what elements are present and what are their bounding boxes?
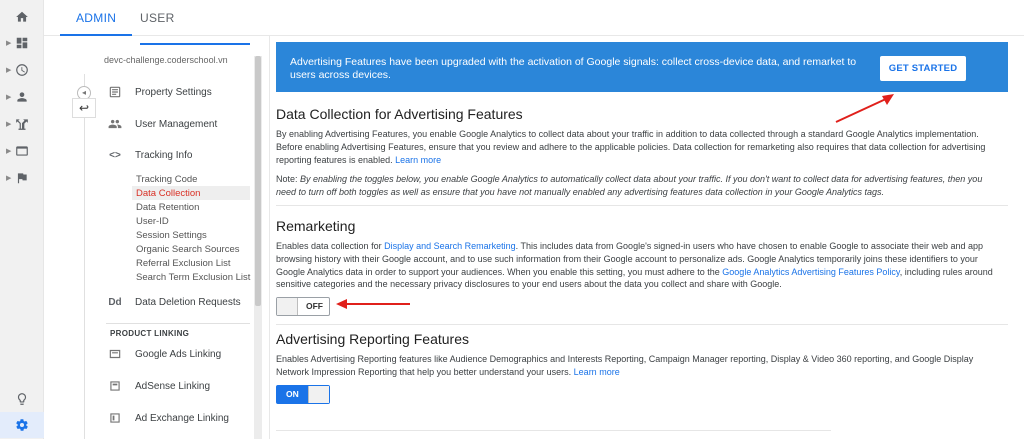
section-divider — [106, 323, 250, 324]
data-collection-note: Note: By enabling the toggles below, you… — [276, 173, 1004, 199]
sub-item-tracking-code[interactable]: Tracking Code — [136, 173, 197, 187]
banner-text: Advertising Features have been upgraded … — [290, 56, 857, 81]
remarketing-description: Enables data collection for Display and … — [276, 240, 1004, 291]
nav-property-settings[interactable]: Property Settings — [106, 82, 212, 102]
advertising-reporting-toggle[interactable]: ON — [276, 385, 330, 404]
caret-right-icon: ▶ — [6, 67, 12, 74]
caret-right-icon: ▶ — [6, 40, 12, 47]
display-search-remarketing-link[interactable]: Display and Search Remarketing — [384, 241, 516, 251]
toggle-state-label: OFF — [306, 301, 323, 311]
sub-item-data-retention[interactable]: Data Retention — [136, 201, 199, 215]
admin-property-column: devc-challenge.coderschool.vn ◂ ↩ Proper… — [62, 36, 270, 439]
toggle-knob — [277, 298, 298, 315]
toggle-state-label: ON — [286, 389, 299, 399]
sub-item-session-settings[interactable]: Session Settings — [136, 229, 207, 243]
google-signals-banner: Advertising Features have been upgraded … — [276, 42, 1008, 92]
nav-label: Ad Exchange Linking — [135, 412, 229, 424]
behavior-icon[interactable]: ▶ — [0, 138, 44, 164]
remarketing-toggle[interactable]: OFF — [276, 297, 330, 316]
google-ads-icon — [106, 347, 124, 361]
sub-item-user-id[interactable]: User-ID — [136, 215, 169, 229]
data-collection-description: By enabling Advertising Features, you en… — [276, 128, 1004, 166]
caret-right-icon: ▶ — [6, 121, 12, 128]
nav-tracking-info[interactable]: <> Tracking Info — [106, 145, 192, 165]
annotation-arrow — [336, 299, 410, 309]
product-linking-heading: PRODUCT LINKING — [110, 329, 190, 338]
nav-label: Tracking Info — [135, 149, 193, 161]
person-icon[interactable]: ▶ — [0, 84, 44, 110]
clock-icon[interactable]: ▶ — [0, 57, 44, 83]
advertising-reporting-description: Enables Advertising Reporting features l… — [276, 353, 1004, 379]
dashboard-icon[interactable]: ▶ — [0, 30, 44, 56]
advertising-features-policy-link[interactable]: Google Analytics Advertising Features Po… — [722, 267, 899, 277]
property-name: devc-challenge.coderschool.vn — [104, 55, 228, 65]
nav-label: Data Deletion Requests — [135, 296, 241, 308]
tab-admin[interactable]: ADMIN — [59, 0, 133, 36]
code-brackets-icon: <> — [109, 149, 121, 161]
sub-item-data-collection[interactable]: Data Collection — [136, 187, 200, 201]
account-selector-underline — [140, 43, 250, 45]
nav-label: Google Ads Linking — [135, 348, 222, 360]
section-divider — [276, 430, 831, 431]
tab-user[interactable]: USER — [140, 0, 175, 36]
people-icon — [106, 117, 124, 131]
nav-adsense-linking[interactable]: AdSense Linking — [106, 376, 210, 396]
home-icon[interactable] — [0, 4, 44, 30]
learn-more-link[interactable]: Learn more — [574, 367, 620, 377]
nav-data-deletion-requests[interactable]: Dd Data Deletion Requests — [106, 292, 241, 312]
gear-icon[interactable] — [0, 412, 44, 438]
toggle-knob — [308, 386, 329, 403]
column-divider — [84, 74, 85, 439]
annotation-arrow — [835, 94, 894, 123]
data-deletion-icon: Dd — [108, 296, 122, 308]
reporting-body: Enables Advertising Reporting features l… — [276, 354, 974, 377]
caret-right-icon: ▶ — [6, 175, 12, 182]
ad-exchange-icon — [106, 411, 124, 425]
acquisition-icon[interactable]: ▶ — [0, 111, 44, 137]
remarketing-body-1: Enables data collection for — [276, 241, 382, 251]
nav-label: AdSense Linking — [135, 380, 211, 392]
sub-item-search-term-exclusion-list[interactable]: Search Term Exclusion List — [136, 271, 250, 285]
caret-right-icon: ▶ — [6, 148, 12, 155]
nav-label: Property Settings — [135, 86, 212, 98]
adsense-icon — [106, 379, 124, 393]
sub-item-organic-search-sources[interactable]: Organic Search Sources — [136, 243, 240, 257]
remarketing-title: Remarketing — [276, 218, 356, 234]
advertising-reporting-title: Advertising Reporting Features — [276, 331, 469, 347]
sub-item-referral-exclusion-list[interactable]: Referral Exclusion List — [136, 257, 231, 271]
note-text: By enabling the toggles below, you enabl… — [276, 174, 983, 197]
nav-user-management[interactable]: User Management — [106, 114, 217, 134]
data-collection-title: Data Collection for Advertising Features — [276, 106, 523, 122]
note-lead: Note: — [276, 174, 298, 184]
learn-more-link[interactable]: Learn more — [395, 155, 441, 165]
nav-ad-exchange-linking[interactable]: Ad Exchange Linking — [106, 408, 229, 428]
column-scrollbar-thumb[interactable] — [255, 56, 261, 306]
get-started-button[interactable]: GET STARTED — [880, 56, 966, 81]
back-arrow-button[interactable]: ↩ — [72, 98, 96, 118]
left-rail: ▶ ▶ ▶ ▶ ▶ ▶ — [0, 0, 44, 439]
lightbulb-icon[interactable] — [0, 386, 44, 412]
flag-icon[interactable]: ▶ — [0, 165, 44, 191]
property-settings-icon — [106, 85, 124, 99]
section-divider — [276, 205, 1008, 206]
caret-right-icon: ▶ — [6, 94, 12, 101]
section-divider — [276, 324, 1008, 325]
nav-google-ads-linking[interactable]: Google Ads Linking — [106, 344, 221, 364]
nav-label: User Management — [135, 118, 218, 130]
top-tab-bar: ADMIN USER — [44, 0, 1024, 36]
data-collection-body: By enabling Advertising Features, you en… — [276, 129, 986, 165]
